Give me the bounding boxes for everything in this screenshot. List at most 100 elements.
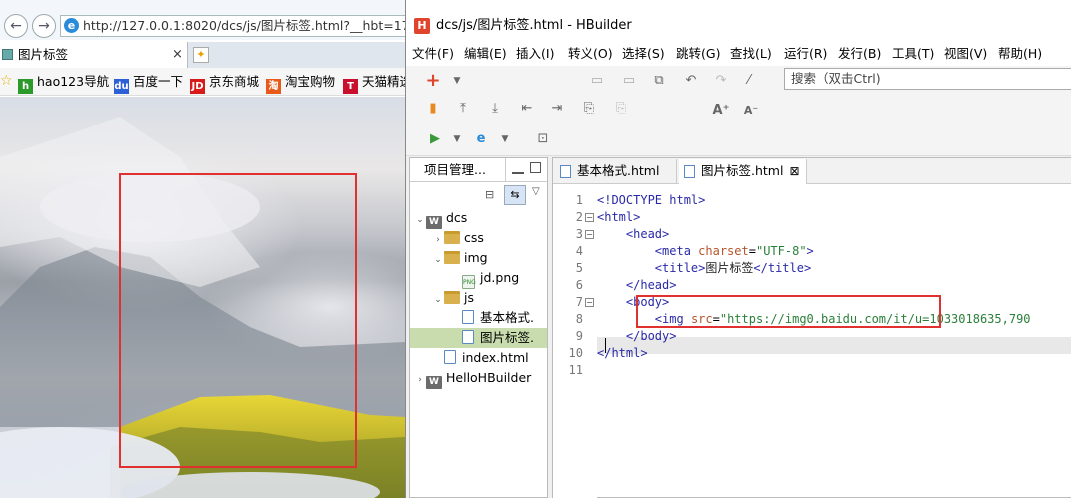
- code-line[interactable]: <title>图片标签</title>: [597, 260, 811, 277]
- format-icon[interactable]: ⁄: [740, 72, 758, 90]
- goto-top-icon[interactable]: ⤒: [454, 100, 472, 118]
- menu-item-7[interactable]: 运行(R): [784, 46, 827, 62]
- favorite-2[interactable]: JD 京东商城: [190, 73, 260, 94]
- menu-item-10[interactable]: 视图(V): [944, 46, 987, 62]
- forward-icon[interactable]: →: [32, 14, 56, 38]
- tree-item[interactable]: ⌄ img: [410, 248, 547, 268]
- tree-item[interactable]: index.html: [410, 348, 547, 368]
- font-decrease-icon[interactable]: A⁻: [742, 102, 760, 120]
- chevron-right-icon[interactable]: ›: [432, 230, 444, 250]
- tree-item-label: jd.png: [480, 270, 520, 285]
- menu-item-11[interactable]: 帮助(H): [998, 46, 1042, 62]
- back-icon[interactable]: ←: [4, 14, 28, 38]
- chevron-down-icon[interactable]: ▼: [448, 72, 466, 90]
- goto-bottom-icon[interactable]: ⤓: [486, 100, 504, 118]
- chevron-down-icon[interactable]: ⌄: [414, 210, 426, 230]
- code-line[interactable]: </body>: [597, 328, 677, 345]
- comment-icon[interactable]: ⎘: [580, 100, 598, 118]
- search-input[interactable]: 搜索（双击Ctrl): [784, 68, 1071, 90]
- favorite-3[interactable]: 淘淘宝购物: [266, 73, 335, 94]
- menu-item-4[interactable]: 选择(S): [622, 46, 665, 62]
- fold-toggle-icon[interactable]: −: [585, 213, 594, 222]
- favorite-1[interactable]: du 百度一下: [114, 73, 183, 94]
- goto-next-icon[interactable]: ⇥: [548, 100, 566, 118]
- tree-item-label: js: [464, 290, 474, 305]
- font-increase-icon[interactable]: A⁺: [712, 102, 730, 120]
- bookmark-icon[interactable]: ▮: [424, 100, 442, 118]
- chevron-right-icon[interactable]: ›: [414, 370, 426, 390]
- favorite-0[interactable]: h hao123导航: [18, 73, 109, 94]
- html-file-icon: [462, 330, 474, 344]
- tree-item[interactable]: › css: [410, 228, 547, 248]
- line-number: 7: [575, 295, 583, 309]
- menu-bar: 文件(F) 编辑(E) 插入(I) 转义(O) 选择(S) 跳转(G) 查找(L) 运行(R)…: [406, 42, 1071, 66]
- close-icon[interactable]: ⊠: [789, 164, 799, 178]
- close-icon[interactable]: ×: [172, 42, 183, 68]
- page-image: [0, 97, 405, 498]
- redo-icon[interactable]: ↷: [712, 72, 730, 90]
- collapse-all-icon[interactable]: ⊟: [485, 188, 494, 201]
- menu-item-9[interactable]: 工具(T): [892, 46, 934, 62]
- favorite-4[interactable]: T 天猫精选: [343, 73, 405, 94]
- fold-toggle-icon[interactable]: −: [585, 298, 594, 307]
- minimize-icon[interactable]: [512, 162, 524, 174]
- chevron-down-icon[interactable]: ▼: [448, 130, 466, 148]
- save-all-icon[interactable]: ▭: [620, 72, 638, 90]
- console-icon[interactable]: ⊡: [534, 130, 552, 148]
- menu-item-8[interactable]: 发行(B): [838, 46, 881, 62]
- code-line[interactable]: <html>: [597, 209, 640, 226]
- new-icon[interactable]: +: [424, 72, 442, 90]
- highlight-box: [119, 173, 357, 468]
- text-cursor: [605, 338, 606, 353]
- tab-project-manager[interactable]: 项目管理...: [410, 158, 506, 182]
- editor-tab[interactable]: 基本格式.html: [555, 159, 677, 184]
- tree-item[interactable]: 图片标签.: [410, 328, 547, 348]
- line-number: 11: [568, 363, 583, 377]
- save-icon[interactable]: ▭: [588, 72, 606, 90]
- goto-prev-icon[interactable]: ⇤: [518, 100, 536, 118]
- menu-item-1[interactable]: 编辑(E): [464, 46, 507, 62]
- code-line[interactable]: <!DOCTYPE html>: [597, 192, 705, 209]
- editor-tab-label: 图片标签.html: [701, 163, 784, 178]
- chevron-down-icon[interactable]: ▼: [496, 130, 514, 148]
- menu-item-3[interactable]: 转义(O): [568, 46, 613, 62]
- maximize-icon[interactable]: [530, 162, 541, 173]
- history-icon[interactable]: ⧉: [650, 72, 668, 90]
- code-line[interactable]: </head>: [597, 277, 677, 294]
- folder-icon: [444, 231, 460, 244]
- tree-item-label: index.html: [462, 350, 529, 365]
- code-line[interactable]: <meta charset="UTF-8">: [597, 243, 814, 260]
- html-file-icon: [560, 165, 571, 178]
- chevron-down-icon[interactable]: ▽: [532, 186, 540, 197]
- browser-preview-icon[interactable]: e: [472, 130, 490, 148]
- editor-tab[interactable]: 图片标签.html ⊠: [679, 159, 807, 184]
- run-icon[interactable]: ▶: [426, 130, 444, 148]
- star-icon[interactable]: ☆: [0, 73, 13, 89]
- code-line[interactable]: <head>: [597, 226, 669, 243]
- tree-item[interactable]: › W HelloHBuilder: [410, 368, 547, 390]
- tree-item[interactable]: ⌄ js: [410, 288, 547, 308]
- tree-item-label: dcs: [446, 210, 468, 225]
- tree-item[interactable]: 基本格式.: [410, 308, 547, 328]
- browser-tab[interactable]: 图片标签 ×: [0, 42, 188, 68]
- menu-item-5[interactable]: 跳转(G): [676, 46, 720, 62]
- tree-item[interactable]: ⌄ Wdcs: [410, 208, 547, 230]
- new-tab-icon[interactable]: ✦: [193, 47, 209, 63]
- favorite-icon: JD: [190, 79, 205, 94]
- address-bar[interactable]: http://127.0.0.1:8020/dcs/js/图片标签.html?_…: [60, 15, 405, 37]
- uncomment-icon[interactable]: ⎘: [612, 100, 630, 118]
- tree-item-label: HelloHBuilder: [446, 370, 532, 385]
- chevron-down-icon[interactable]: ⌄: [432, 250, 444, 270]
- line-number: 1: [575, 193, 583, 207]
- fold-toggle-icon[interactable]: −: [585, 230, 594, 239]
- chevron-down-icon[interactable]: ⌄: [432, 290, 444, 310]
- link-editor-icon[interactable]: ⇆: [504, 185, 526, 205]
- tree-item[interactable]: PNG jd.png: [410, 268, 547, 289]
- menu-item-2[interactable]: 插入(I): [516, 46, 554, 62]
- project-explorer: 项目管理... ⊟ ⇆ ▽ ⌄ Wdcs › css ⌄ img PNG jd.png ⌄ js 基…: [409, 157, 548, 498]
- undo-icon[interactable]: ↶: [682, 72, 700, 90]
- highlight-box: [636, 295, 941, 328]
- favorite-label: 京东商城: [209, 74, 260, 89]
- menu-item-6[interactable]: 查找(L): [730, 46, 772, 62]
- menu-item-0[interactable]: 文件(F): [412, 46, 454, 62]
